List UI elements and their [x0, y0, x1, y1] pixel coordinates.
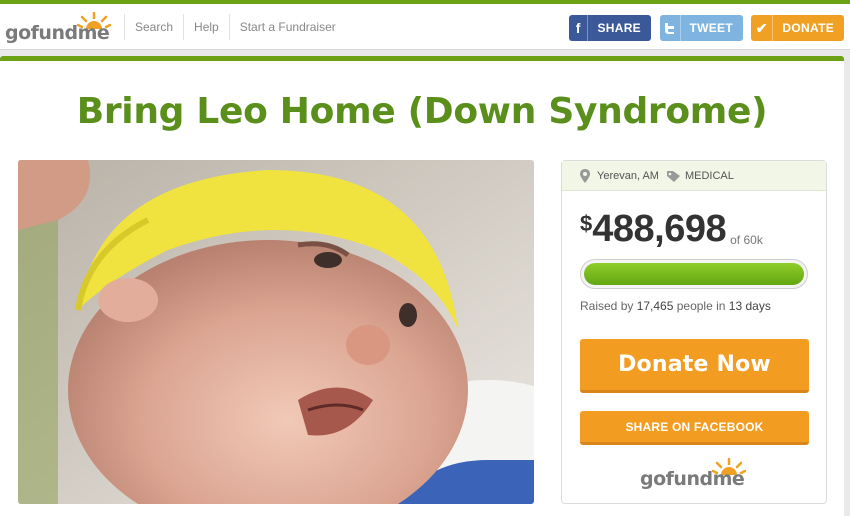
facebook-icon: f — [569, 15, 589, 41]
raised-summary: Raised by 17,465 people in 13 days — [580, 299, 771, 313]
raised-mid: people in — [673, 299, 729, 313]
raised-people: 17,465 — [636, 299, 674, 313]
nav-start-fundraiser[interactable]: Start a Fundraiser — [228, 14, 346, 40]
tag-icon — [666, 170, 680, 182]
facebook-share-button[interactable]: f SHARE — [569, 15, 651, 41]
check-icon: ✔ — [751, 15, 774, 41]
raised-prefix: Raised by — [580, 299, 637, 313]
campaign-title: Bring Leo Home (Down Syndrome) — [76, 91, 768, 132]
site-header: gofundme Search Help Start a Fundraiser … — [0, 4, 850, 50]
share-label: SHARE — [597, 21, 641, 35]
footer-gofundme-logo: gofundme — [640, 458, 750, 492]
raised-days: 13 days — [728, 299, 771, 313]
logo-text: gofundme — [5, 22, 110, 44]
location-pin-icon — [580, 168, 590, 183]
goal-text: of 60k — [730, 233, 763, 247]
share-on-facebook-button[interactable]: SHARE ON FACEBOOK — [580, 411, 809, 445]
campaign-location[interactable]: Yerevan, AM — [597, 170, 659, 182]
campaign-meta: Yerevan, AM MEDICAL — [562, 161, 826, 191]
nav-help[interactable]: Help — [183, 14, 229, 40]
campaign-card: Bring Leo Home (Down Syndrome) Yerevan, … — [0, 56, 844, 516]
baby-photo-image — [18, 160, 534, 504]
amount-value: 488,698 — [592, 208, 727, 250]
twitter-icon — [660, 15, 681, 41]
campaign-category[interactable]: MEDICAL — [685, 170, 734, 182]
tweet-label: TWEET — [689, 21, 733, 35]
main-nav: Search Help Start a Fundraiser — [124, 4, 346, 50]
gofundme-logo[interactable]: gofundme — [5, 12, 115, 46]
tweet-button[interactable]: TWEET — [660, 15, 743, 41]
donation-panel: Yerevan, AM MEDICAL $ 488,698 of 60k Rai… — [561, 160, 827, 504]
donate-now-button[interactable]: Donate Now — [580, 339, 809, 393]
progress-fill — [584, 263, 804, 285]
donate-label: DONATE — [782, 21, 834, 35]
progress-bar — [580, 259, 808, 289]
campaign-photo[interactable] — [18, 160, 534, 504]
footer-logo-text: gofundme — [640, 468, 745, 490]
nav-search[interactable]: Search — [124, 14, 183, 40]
header-donate-button[interactable]: ✔ DONATE — [751, 15, 844, 41]
amount-raised: $ 488,698 of 60k — [580, 207, 763, 251]
currency-symbol: $ — [580, 211, 593, 236]
